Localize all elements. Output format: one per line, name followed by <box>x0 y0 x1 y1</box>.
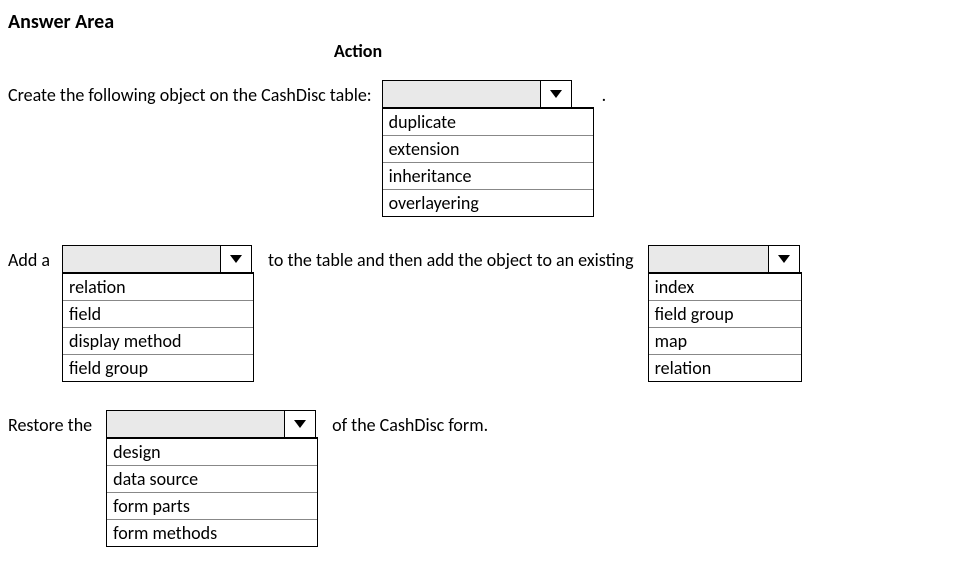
dropdown-create-object[interactable]: duplicate extension inheritance overlaye… <box>382 80 594 217</box>
dropdown-option[interactable]: form methods <box>107 520 317 546</box>
row-add-field: Add a relation field display method fiel… <box>8 245 967 382</box>
dropdown-option[interactable]: field group <box>63 355 253 381</box>
dropdown-options-list: duplicate extension inheritance overlaye… <box>382 107 594 217</box>
dropdown-option[interactable]: relation <box>63 274 253 301</box>
dropdown-option[interactable]: field <box>63 301 253 328</box>
row2-text-mid: to the table and then add the object to … <box>268 245 634 275</box>
dropdown-options-list: relation field display method field grou… <box>62 272 254 382</box>
row1-period: . <box>602 80 607 110</box>
chevron-down-icon[interactable] <box>540 81 571 107</box>
dropdown-option[interactable]: display method <box>63 328 253 355</box>
action-heading: Action <box>8 40 708 62</box>
chevron-down-icon[interactable] <box>768 246 799 272</box>
dropdown-option[interactable]: index <box>649 274 801 301</box>
dropdown-add-object[interactable]: relation field display method field grou… <box>62 245 254 382</box>
dropdown-existing-target[interactable]: index field group map relation <box>648 245 802 382</box>
dropdown-option[interactable]: field group <box>649 301 801 328</box>
dropdown-options-list: design data source form parts form metho… <box>106 437 318 547</box>
dropdown-header[interactable] <box>62 245 252 273</box>
dropdown-header[interactable] <box>648 245 800 273</box>
dropdown-options-list: index field group map relation <box>648 272 802 382</box>
dropdown-option[interactable]: inheritance <box>383 163 593 190</box>
dropdown-restore-target[interactable]: design data source form parts form metho… <box>106 410 318 547</box>
dropdown-selected-value <box>107 411 284 437</box>
row3-text-before: Restore the <box>8 410 92 440</box>
dropdown-option[interactable]: form parts <box>107 493 317 520</box>
page-title: Answer Area <box>8 10 967 34</box>
row-create-object: Create the following object on the CashD… <box>8 80 967 217</box>
dropdown-option[interactable]: data source <box>107 466 317 493</box>
dropdown-option[interactable]: extension <box>383 136 593 163</box>
chevron-down-icon[interactable] <box>220 246 251 272</box>
row1-text-before: Create the following object on the CashD… <box>8 80 372 110</box>
dropdown-selected-value <box>383 81 540 107</box>
dropdown-option[interactable]: relation <box>649 355 801 381</box>
dropdown-header[interactable] <box>106 410 316 438</box>
dropdown-option[interactable]: duplicate <box>383 109 593 136</box>
dropdown-selected-value <box>63 246 220 272</box>
dropdown-option[interactable]: overlayering <box>383 190 593 216</box>
dropdown-option[interactable]: design <box>107 439 317 466</box>
row3-text-after: of the CashDisc form. <box>332 410 488 440</box>
row-restore: Restore the design data source form part… <box>8 410 967 547</box>
chevron-down-icon[interactable] <box>284 411 315 437</box>
dropdown-option[interactable]: map <box>649 328 801 355</box>
row2-text-before: Add a <box>8 245 50 275</box>
dropdown-selected-value <box>649 246 768 272</box>
dropdown-header[interactable] <box>382 80 572 108</box>
